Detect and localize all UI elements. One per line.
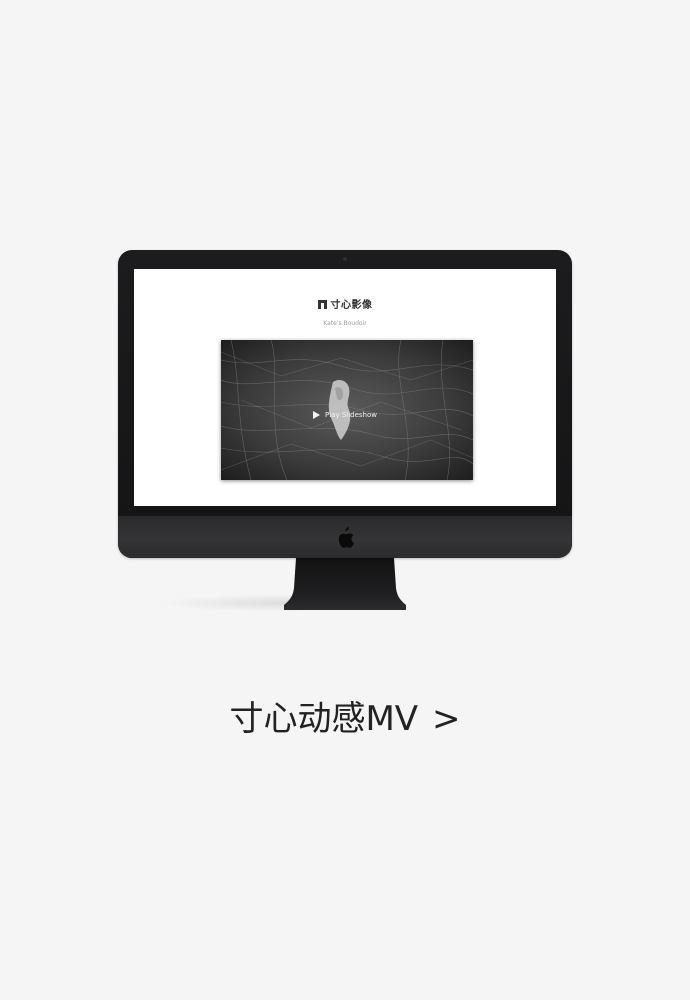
brand-name: 寸心影像 [330, 300, 373, 311]
play-slideshow-button[interactable]: Play Slideshow [313, 410, 377, 420]
caption-title: 寸心动感MV [229, 699, 419, 739]
brand-logo-icon [317, 300, 327, 309]
chevron-right-icon: > [432, 699, 461, 739]
play-icon [313, 411, 320, 419]
apple-logo-icon [338, 527, 354, 548]
imac-mockup: 寸心影像 Kate's Boudoir Play Slideshow [118, 250, 572, 612]
play-slideshow-label: Play Slideshow [325, 411, 377, 419]
caption-link[interactable]: 寸心动感MV > [0, 696, 690, 742]
camera-dot [343, 257, 347, 261]
imac-stand [284, 558, 406, 610]
screen: 寸心影像 Kate's Boudoir Play Slideshow [134, 269, 556, 506]
imac-display: 寸心影像 Kate's Boudoir Play Slideshow [118, 250, 572, 558]
brand-header: 寸心影像 [134, 300, 556, 312]
slideshow-video[interactable]: Play Slideshow [221, 340, 473, 480]
gallery-subtitle: Kate's Boudoir [323, 320, 367, 327]
